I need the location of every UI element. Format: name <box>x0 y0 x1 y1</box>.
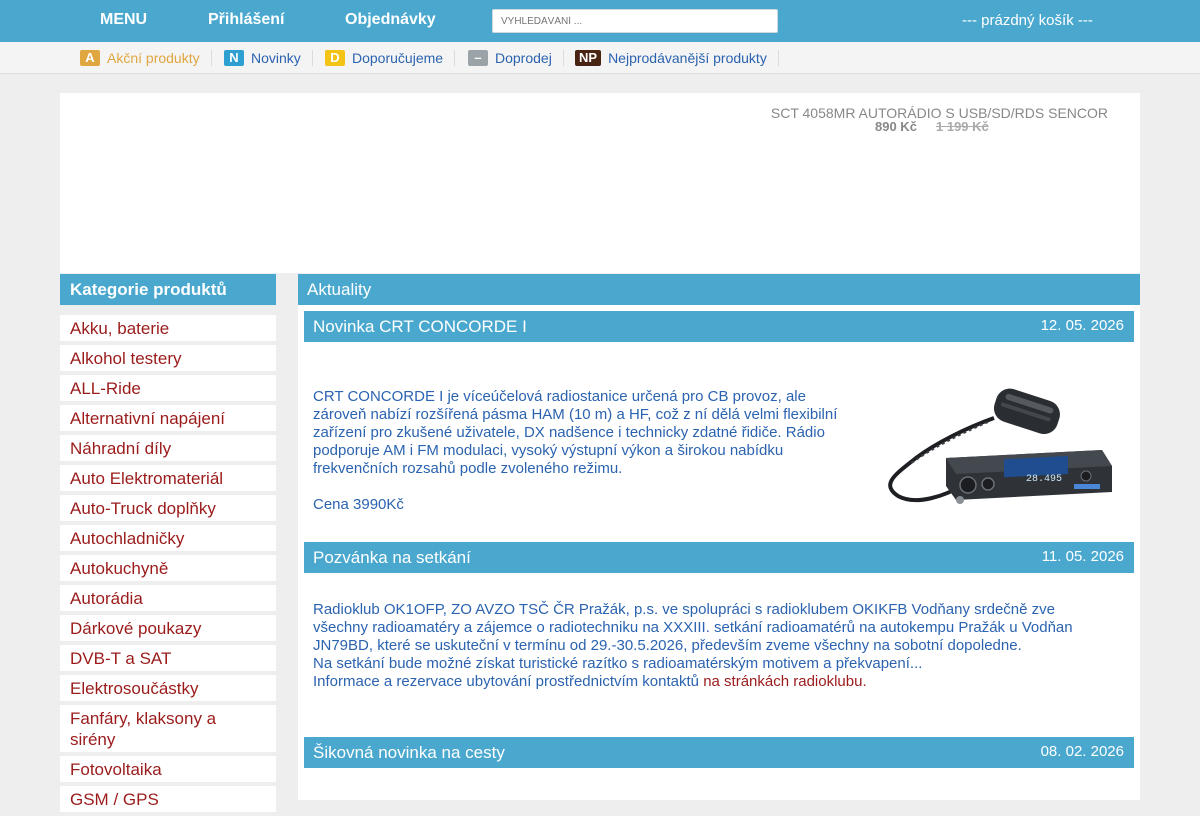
divider <box>777 50 779 66</box>
category-list: Akku, baterie Alkohol testery ALL-Ride A… <box>60 315 276 816</box>
divider <box>311 50 313 66</box>
search-box <box>492 9 778 33</box>
category-item[interactable]: ALL-Ride <box>60 375 276 401</box>
menu-button[interactable]: MENU <box>100 11 147 29</box>
cart-link[interactable]: --- prázdný košík --- <box>962 12 1093 29</box>
news-date: 11. 05. 2026 <box>1041 548 1124 565</box>
categories-title: Kategorie produktů <box>60 274 276 305</box>
subnav-label: Novinky <box>251 49 301 66</box>
news-line: Na setkání bude možné získat turistické … <box>313 655 923 672</box>
news-price: Cena 3990Kč <box>313 496 404 513</box>
subnav-label: Doprodej <box>495 49 552 66</box>
news-header[interactable]: Novinka CRT CONCORDE I 12. 05. 2026 <box>304 311 1134 342</box>
action-badge-icon: A <box>80 49 100 66</box>
category-item[interactable]: Fanfáry, klaksony a sirény <box>60 705 276 752</box>
subnav-recommended[interactable]: D Doporučujeme <box>325 49 456 66</box>
search-input[interactable] <box>493 10 777 32</box>
news-line: Radioklub OK1OFP, ZO AVZO TSČ ČR Pražák,… <box>313 601 1055 618</box>
category-item[interactable]: Alternativní napájení <box>60 405 276 431</box>
featured-product-old-price: 1 199 Kč <box>936 119 989 134</box>
category-item[interactable]: Náhradní díly <box>60 435 276 461</box>
category-item[interactable]: Alkohol testery <box>60 345 276 371</box>
divider <box>562 50 564 66</box>
news-badge-icon: N <box>224 49 244 66</box>
news-title[interactable]: Šikovná novinka na cesty <box>313 743 505 763</box>
category-item[interactable]: Fotovoltaika <box>60 756 276 782</box>
cb-radio-image: 28.495 <box>888 388 1112 504</box>
category-item[interactable]: Autokuchyně <box>60 555 276 581</box>
radio-display-readout: 28.495 <box>1026 474 1062 485</box>
divider <box>210 50 212 66</box>
news-title[interactable]: Novinka CRT CONCORDE I <box>313 317 527 337</box>
bestseller-badge-icon: NP <box>575 49 602 66</box>
news-line: Informace a rezervace ubytování prostřed… <box>313 673 1073 691</box>
subnav-label: Nejprodávanější produkty <box>608 49 767 66</box>
category-item[interactable]: Auto-Truck doplňky <box>60 495 276 521</box>
news-line: JN79BD, které se uskuteční v termínu od … <box>313 637 1022 654</box>
category-item[interactable]: Dárkové poukazy <box>60 615 276 641</box>
news-title[interactable]: Pozvánka na setkání <box>313 548 471 568</box>
category-item[interactable]: GSM / GPS <box>60 786 276 812</box>
subnav-action-products[interactable]: A Akční produkty <box>80 49 212 66</box>
subnav-label: Akční produkty <box>107 49 200 66</box>
subnav-bestsellers[interactable]: NP Nejprodávanější produkty <box>575 49 779 66</box>
news-body: CRT CONCORDE I je víceúčelová radiostani… <box>313 388 837 514</box>
category-item[interactable]: Auto Elektromateriál <box>60 465 276 491</box>
news-line: frekvenčních rozsahů podle zvoleného rež… <box>313 460 623 477</box>
category-item[interactable]: DVB-T a SAT <box>60 645 276 671</box>
news-header[interactable]: Pozvánka na setkání 11. 05. 2026 <box>304 542 1134 573</box>
subnav-label: Doporučujeme <box>352 49 444 66</box>
news-line: zároveň nabízí rozšířená pásma HAM (10 m… <box>313 406 838 423</box>
news-line: CRT CONCORDE I je víceúčelová radiostani… <box>313 388 806 405</box>
category-item[interactable]: Elektrosoučástky <box>60 675 276 701</box>
featured-product-price: 890 Kč <box>875 119 917 134</box>
news-date: 12. 05. 2026 <box>1040 317 1124 334</box>
news-line: všechny radioamatéry a zájemce o radiote… <box>313 619 1073 636</box>
orders-link[interactable]: Objednávky <box>345 11 436 29</box>
login-link[interactable]: Přihlášení <box>208 11 284 29</box>
product-filter-bar: A Akční produkty N Novinky D Doporučujem… <box>0 42 1200 74</box>
news-date: 08. 02. 2026 <box>1040 743 1124 760</box>
news-line: podporuje AM i FM modulaci, vysoký výstu… <box>313 442 784 459</box>
subnav-news[interactable]: N Novinky <box>224 49 313 66</box>
divider <box>454 50 456 66</box>
news-panel: Aktuality Novinka CRT CONCORDE I 12. 05.… <box>298 274 1140 800</box>
clearance-badge-icon: – <box>468 49 488 66</box>
top-navigation-bar: MENU Přihlášení Objednávky --- prázdný k… <box>0 0 1200 42</box>
category-item[interactable]: Autorádia <box>60 585 276 611</box>
news-panel-title: Aktuality <box>298 274 1140 305</box>
radioclub-link[interactable]: na stránkách radioklubu. <box>703 673 866 690</box>
category-item[interactable]: Autochladničky <box>60 525 276 551</box>
featured-product-banner[interactable]: SCT 4058MR AUTORÁDIO S USB/SD/RDS SENCOR… <box>60 93 1140 273</box>
news-info-text: Informace a rezervace ubytování prostřed… <box>313 673 704 690</box>
news-header[interactable]: Šikovná novinka na cesty 08. 02. 2026 <box>304 737 1134 768</box>
news-line: zařízení pro zkušené uživatele, DX nadše… <box>313 424 825 441</box>
category-item[interactable]: Akku, baterie <box>60 315 276 341</box>
news-body: Radioklub OK1OFP, ZO AVZO TSČ ČR Pražák,… <box>313 601 1073 691</box>
subnav-clearance[interactable]: – Doprodej <box>468 49 564 66</box>
recommended-badge-icon: D <box>325 49 345 66</box>
